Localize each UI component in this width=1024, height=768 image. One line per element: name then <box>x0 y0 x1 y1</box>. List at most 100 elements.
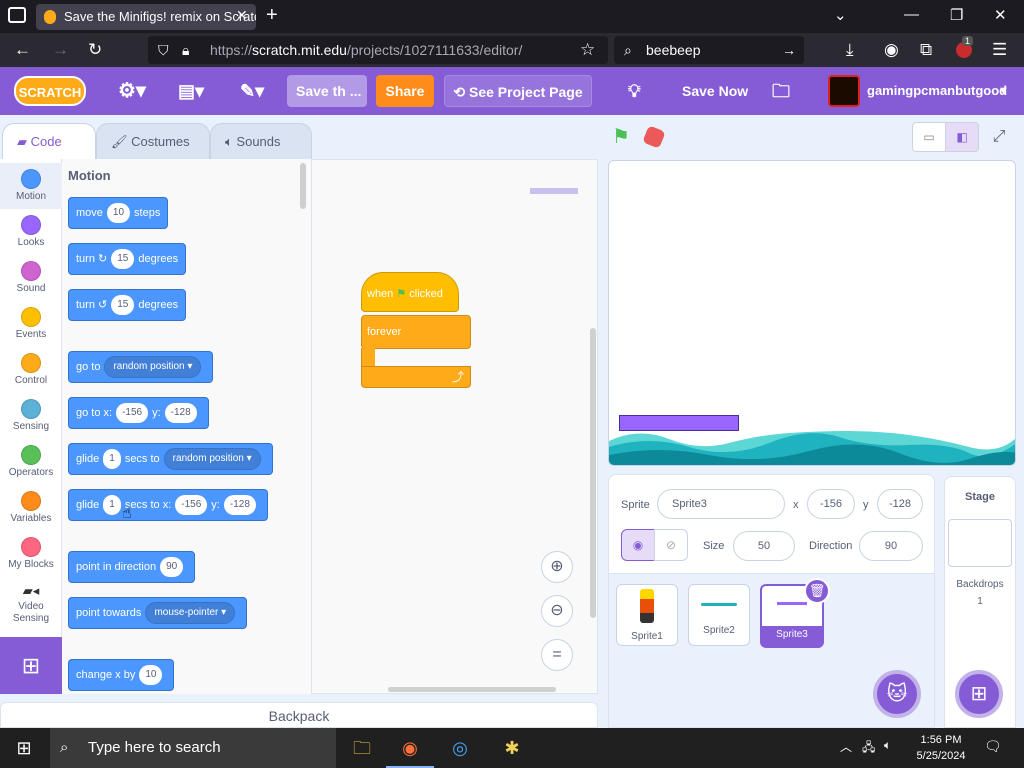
block-dropdown[interactable]: mouse-pointer ▾ <box>145 602 236 625</box>
y-field[interactable]: -128 <box>877 489 923 519</box>
new-tab-icon[interactable]: + <box>266 4 278 27</box>
forever-block[interactable]: forever <box>361 315 471 349</box>
extensions-icon[interactable]: ⧉ <box>920 40 932 60</box>
delete-sprite-button[interactable]: 🗑︎ <box>804 578 830 604</box>
hide-sprite-button[interactable]: ⊘ <box>654 529 688 561</box>
avatar[interactable] <box>828 75 860 107</box>
my-stuff-folder-icon[interactable]: 🗀 <box>772 67 790 115</box>
block-point-towards[interactable]: point towards mouse-pointer ▾ <box>68 597 248 629</box>
edit-menu-icon[interactable]: ✎▾ <box>240 67 264 115</box>
scratch-logo[interactable]: SCRATCH <box>14 76 86 106</box>
url-field[interactable]: ⛉ 🔒︎ https://scratch.mit.edu/projects/10… <box>148 36 608 64</box>
notifications-icon[interactable]: 🗨︎ <box>984 738 1002 755</box>
script-horizontal-scrollbar[interactable] <box>388 687 556 692</box>
block-input[interactable]: 15 <box>111 295 135 316</box>
block-go-to[interactable]: go to random position ▾ <box>68 351 214 383</box>
share-button[interactable]: Share <box>376 75 434 107</box>
sprite-tile-sprite2[interactable]: Sprite2 <box>688 584 750 646</box>
firefox-icon[interactable]: ◉ <box>386 728 434 768</box>
block-input[interactable]: 10 <box>139 665 163 686</box>
tray-chevron-icon[interactable]: ︿ <box>840 738 852 755</box>
size-field[interactable]: 50 <box>733 531 795 561</box>
green-flag-button[interactable]: ⚑ <box>612 126 634 148</box>
block-change-x[interactable]: change x by 10 <box>68 659 175 691</box>
browser-tab[interactable]: Save the Minifigs! remix on Scratch <box>36 4 256 30</box>
show-sprite-button[interactable]: ◉ <box>621 529 655 561</box>
category-video-sensing[interactable]: ▰◂ Video Sensing <box>0 577 62 625</box>
category-events[interactable]: Events <box>0 301 62 347</box>
taskbar-search-field[interactable]: ⌕ Type here to search <box>50 728 336 768</box>
tab-close-icon[interactable]: ✕ <box>236 7 248 24</box>
add-extension-button[interactable]: ⊞ <box>0 637 62 694</box>
block-input[interactable]: -128 <box>164 403 197 424</box>
category-operators[interactable]: Operators <box>0 439 62 485</box>
block-input[interactable]: -156 <box>175 495 208 516</box>
account-icon[interactable]: ◉ <box>884 40 899 60</box>
block-turn-right[interactable]: turn ↻ 15 degrees <box>68 243 187 275</box>
stage-thumbnail[interactable] <box>948 519 1012 567</box>
when-flag-clicked-block[interactable]: when ⚑ clicked <box>361 272 459 312</box>
category-my-blocks[interactable]: My Blocks <box>0 531 62 577</box>
block-go-to-xy[interactable]: go to x: -156 y: -128 <box>68 397 209 429</box>
stage-canvas[interactable] <box>608 160 1016 466</box>
tab-list-icon[interactable] <box>8 7 26 23</box>
block-input[interactable]: -128 <box>223 495 256 516</box>
network-icon[interactable]: 🖧︎ <box>862 738 875 759</box>
project-title-field[interactable]: Save th ... <box>287 75 367 107</box>
x-field[interactable]: -156 <box>807 489 855 519</box>
menu-icon[interactable]: ☰ <box>992 40 1007 60</box>
normal-stage-button[interactable]: ◧ <box>945 122 979 152</box>
choose-sprite-button[interactable]: 🐱︎ <box>873 670 921 718</box>
small-stage-button[interactable]: ▭ <box>912 122 946 152</box>
choose-backdrop-button[interactable]: ⊞ <box>955 670 1003 718</box>
zoom-reset-button[interactable]: = <box>541 639 573 671</box>
bee-app-icon[interactable]: ✱ <box>488 728 536 768</box>
block-move-steps[interactable]: move 10 steps <box>68 197 169 229</box>
reload-icon[interactable]: ↻ <box>88 40 102 60</box>
tab-sounds[interactable]: 🔈︎ Sounds <box>210 123 312 159</box>
search-go-icon[interactable]: → <box>782 36 796 64</box>
minimize-icon[interactable]: — <box>904 6 919 23</box>
tab-costumes[interactable]: 🖌︎ Costumes <box>96 123 210 159</box>
zoom-out-button[interactable]: ⊖ <box>541 595 573 627</box>
script-area[interactable]: when ⚑ clicked forever ⤴ ⊕ ⊖ = <box>312 159 598 694</box>
restore-icon[interactable]: ❐ <box>950 6 963 24</box>
sprite-tile-sprite1[interactable]: Sprite1 <box>616 584 678 646</box>
category-motion[interactable]: Motion <box>0 163 62 209</box>
block-turn-left[interactable]: turn ↺ 15 degrees <box>68 289 187 321</box>
block-point-in-direction[interactable]: point in direction 90 <box>68 551 196 583</box>
block-input[interactable]: 15 <box>111 249 135 270</box>
windows-start-icon[interactable]: ⊞ <box>0 728 48 768</box>
username[interactable]: gamingpcmanbutgood <box>867 67 1007 115</box>
settings-gear-icon[interactable]: ⚙▾ <box>118 67 146 115</box>
fullscreen-button[interactable]: ⤢ <box>984 122 1014 152</box>
back-arrow-icon[interactable]: ← <box>14 40 31 60</box>
tips-lightbulb-icon[interactable]: 💡︎ <box>628 67 641 115</box>
block-dropdown[interactable]: random position ▾ <box>163 448 261 471</box>
clock[interactable]: 1:56 PM 5/25/2024 <box>906 732 976 764</box>
file-explorer-icon[interactable]: 🗀 <box>338 728 386 768</box>
category-looks[interactable]: Looks <box>0 209 62 255</box>
volume-icon[interactable]: 🔈︎ <box>884 738 891 753</box>
block-input[interactable]: -156 <box>116 403 149 424</box>
see-project-page-button[interactable]: ⟲ See Project Page <box>444 75 592 107</box>
block-glide-to-xy[interactable]: glide 1 secs to x: -156 y: -128 <box>68 489 268 521</box>
direction-field[interactable]: 90 <box>859 531 923 561</box>
search-field[interactable]: ⌕ beebeep → <box>614 36 804 64</box>
block-input[interactable]: 10 <box>106 203 131 224</box>
backpack-header[interactable]: Backpack <box>0 702 598 728</box>
tab-overflow-chevron-icon[interactable]: ⌄ <box>834 6 847 24</box>
chrome-icon[interactable]: ◎ <box>436 728 484 768</box>
sprite-name-field[interactable]: Sprite3 <box>657 489 785 519</box>
block-input[interactable]: 1 <box>103 449 121 470</box>
forward-arrow-icon[interactable]: → <box>52 40 69 60</box>
block-glide-to[interactable]: glide 1 secs to random position ▾ <box>68 443 273 475</box>
downloads-icon[interactable]: ⤓ <box>846 40 854 60</box>
script-vertical-scrollbar[interactable] <box>590 328 596 618</box>
zoom-in-button[interactable]: ⊕ <box>541 551 573 583</box>
bookmark-star-icon[interactable]: ☆ <box>580 40 595 60</box>
save-now-button[interactable]: Save Now <box>682 67 748 115</box>
file-menu-icon[interactable]: ▤▾ <box>178 67 204 115</box>
palette-scrollbar[interactable] <box>300 163 306 209</box>
category-sound[interactable]: Sound <box>0 255 62 301</box>
